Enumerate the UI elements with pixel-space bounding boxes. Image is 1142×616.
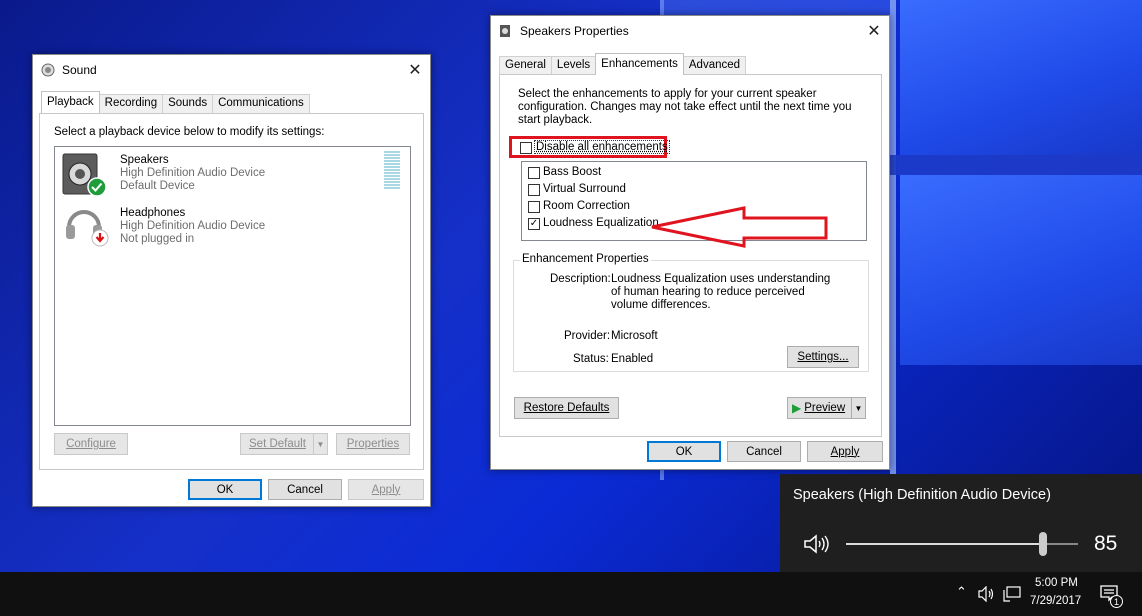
tab-advanced[interactable]: Advanced (682, 56, 747, 75)
device-description: High Definition Audio Device (120, 220, 266, 232)
tab-playback[interactable]: Playback (41, 91, 100, 113)
list-item-speakers[interactable]: Speakers High Definition Audio Device De… (55, 147, 375, 199)
volume-tray-icon[interactable] (978, 585, 996, 605)
sound-tabs: Playback Recording Sounds Communications (41, 91, 310, 113)
close-icon[interactable]: ✕ (400, 55, 430, 85)
properties-titlebar[interactable]: Speakers Properties ✕ (491, 16, 889, 46)
properties-tabs: General Levels Enhancements Advanced (499, 53, 747, 75)
apply-button[interactable]: Apply (348, 479, 424, 500)
speaker-icon (499, 24, 513, 38)
playback-instruction: Select a playback device below to modify… (54, 126, 325, 138)
taskbar: ⌃ 5:00 PM 7/29/2017 1 (0, 572, 1142, 616)
speakers-properties-window: Speakers Properties ✕ General Levels Enh… (490, 15, 890, 470)
network-icon[interactable] (1003, 586, 1021, 605)
level-meter (384, 151, 400, 191)
red-arrow-annotation (651, 206, 828, 248)
playback-panel: Select a playback device below to modify… (39, 113, 424, 470)
cancel-button[interactable]: Cancel (727, 441, 801, 462)
volume-value: 85 (1094, 532, 1118, 555)
enhancement-label: Room Correction (543, 200, 630, 212)
sound-title: Sound (62, 63, 97, 77)
speakers-icon (61, 152, 107, 201)
chevron-up-icon[interactable]: ⌃ (956, 584, 967, 600)
chevron-down-icon[interactable]: ▼ (313, 434, 327, 454)
close-icon[interactable]: ✕ (859, 16, 889, 46)
list-item-headphones[interactable]: Headphones High Definition Audio Device … (55, 199, 375, 251)
enhancement-label: Loudness Equalization (543, 217, 659, 229)
loudness-equalization-checkbox[interactable]: ✓ (528, 218, 540, 230)
sound-titlebar[interactable]: Sound ✕ (33, 55, 430, 85)
configure-button[interactable]: Configure (54, 433, 128, 455)
play-icon: ▶ (792, 401, 802, 415)
tab-general[interactable]: General (499, 56, 552, 75)
checkmark-icon: ✓ (529, 218, 539, 229)
virtual-surround-checkbox[interactable] (528, 184, 540, 196)
status-value: Enabled (611, 353, 654, 365)
provider-value: Microsoft (611, 330, 658, 342)
enhancements-intro: Select the enhancements to apply for you… (518, 88, 852, 126)
tab-enhancements[interactable]: Enhancements (595, 53, 684, 75)
status-label: Status: (573, 353, 609, 365)
tab-recording[interactable]: Recording (98, 94, 164, 113)
device-name: Headphones (120, 207, 186, 219)
volume-slider-thumb[interactable] (1039, 532, 1048, 556)
device-list[interactable]: Speakers High Definition Audio Device De… (54, 146, 411, 426)
enhancement-label: Virtual Surround (543, 183, 626, 195)
enhancements-panel: Select the enhancements to apply for you… (499, 74, 882, 437)
flyout-device-name[interactable]: Speakers (High Definition Audio Device) (793, 487, 1051, 503)
notification-badge: 1 (1110, 595, 1123, 608)
chevron-down-icon[interactable]: ▼ (851, 398, 865, 418)
ok-button[interactable]: OK (188, 479, 262, 500)
group-title: Enhancement Properties (520, 253, 651, 265)
ok-button[interactable]: OK (647, 441, 721, 462)
volume-slider-fill (846, 543, 1044, 545)
set-default-button[interactable]: Set Default ▼ (240, 433, 328, 455)
provider-label: Provider: (564, 330, 611, 342)
room-correction-checkbox[interactable] (528, 201, 540, 213)
tab-communications[interactable]: Communications (212, 94, 310, 113)
tab-levels[interactable]: Levels (550, 56, 597, 75)
device-name: Speakers (120, 154, 169, 166)
speaker-icon (41, 63, 55, 77)
restore-defaults-button[interactable]: Restore Defaults (514, 397, 619, 419)
settings-button[interactable]: Settings... (787, 346, 859, 368)
volume-slider[interactable] (846, 532, 1078, 556)
apply-button[interactable]: Apply (807, 441, 883, 462)
preview-button[interactable]: ▶ Preview ▼ (787, 397, 866, 419)
headphones-icon (63, 201, 109, 250)
clock-time[interactable]: 5:00 PM (1035, 577, 1078, 589)
cancel-button[interactable]: Cancel (268, 479, 342, 500)
device-description: High Definition Audio Device (120, 167, 266, 179)
enhancement-label: Bass Boost (543, 166, 602, 178)
volume-flyout: Speakers (High Definition Audio Device) … (780, 474, 1142, 572)
properties-button[interactable]: Properties (336, 433, 410, 455)
tab-sounds[interactable]: Sounds (162, 94, 214, 113)
device-status: Not plugged in (120, 233, 195, 245)
description-text: Loudness Equalization uses understanding… (611, 273, 831, 311)
disable-all-checkbox[interactable] (520, 142, 532, 154)
enhancement-properties-group: Enhancement Properties Description: Loud… (513, 253, 869, 372)
disable-all-label[interactable]: Disable all enhancements (534, 140, 670, 154)
bass-boost-checkbox[interactable] (528, 167, 540, 179)
device-status: Default Device (120, 180, 195, 192)
sound-window: Sound ✕ Playback Recording Sounds Commun… (32, 54, 431, 507)
description-label: Description: (550, 273, 611, 285)
properties-title: Speakers Properties (520, 24, 629, 38)
volume-icon[interactable] (802, 533, 830, 558)
clock-date[interactable]: 7/29/2017 (1030, 595, 1081, 607)
